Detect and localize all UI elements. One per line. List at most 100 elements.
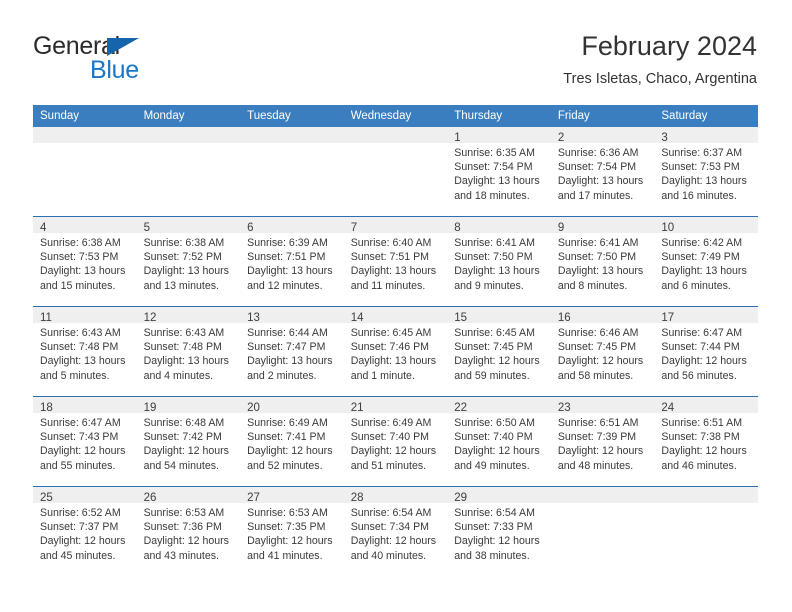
day-number: 11 (40, 312, 52, 324)
sunset-text: Sunset: 7:34 PM (350, 521, 430, 534)
sunset-text: Sunset: 7:48 PM (40, 341, 119, 354)
day-number: 17 (661, 312, 675, 324)
calendar-cell-inner (654, 487, 758, 576)
day-number-band: 13 (240, 307, 344, 324)
daylight-text-line1: Daylight: 12 hours (350, 445, 437, 458)
day-details: Sunrise: 6:42 AM Sunset: 7:49 PM Daylight:… (654, 233, 758, 293)
calendar-cell-inner: 17 Sunrise: 6:47 AM Sunset: 7:44 PM Dayligh… (654, 307, 758, 396)
sunset-text: Sunset: 7:49 PM (661, 251, 740, 264)
calendar-day-cell[interactable]: 1 Sunrise: 6:35 AM Sunset: 7:54 PM Daylight… (447, 127, 551, 217)
day-number-band: 27 (240, 487, 344, 504)
calendar-day-cell[interactable]: 8 Sunrise: 6:41 AM Sunset: 7:50 PM Daylight… (447, 216, 551, 307)
calendar-cell-inner (343, 127, 448, 216)
day-number-band: 11 (33, 307, 137, 324)
day-details: Sunrise: 6:53 AM Sunset: 7:35 PM Daylight:… (240, 503, 344, 563)
daylight-text-line1: Daylight: 12 hours (454, 445, 540, 458)
daylight-text-line2: and 4 minutes. (143, 369, 214, 382)
sunset-text: Sunset: 7:33 PM (454, 521, 533, 534)
calendar-day-cell[interactable]: 23 Sunrise: 6:51 AM Sunset: 7:39 PM Dayligh… (550, 396, 655, 487)
day-number: 26 (143, 492, 157, 504)
calendar-day-cell[interactable]: 11 Sunrise: 6:43 AM Sunset: 7:48 PM Dayligh… (33, 306, 137, 397)
day-details: Sunrise: 6:39 AM Sunset: 7:51 PM Daylight:… (240, 233, 344, 293)
sunset-text: Sunset: 7:51 PM (350, 251, 430, 264)
calendar-day-cell[interactable]: 15 Sunrise: 6:45 AM Sunset: 7:45 PM Dayligh… (447, 306, 551, 397)
sunrise-text: Sunrise: 6:53 AM (247, 507, 328, 519)
daylight-text-line1: Daylight: 13 hours (661, 175, 747, 188)
day-number-band: 26 (136, 487, 241, 504)
calendar-day-cell[interactable]: 10 Sunrise: 6:42 AM Sunset: 7:49 PM Dayligh… (654, 216, 758, 307)
daylight-text-line1: Daylight: 12 hours (454, 355, 540, 368)
calendar-day-cell[interactable]: 28 Sunrise: 6:54 AM Sunset: 7:34 PM Dayligh… (343, 486, 448, 576)
calendar-day-cell[interactable]: 21 Sunrise: 6:49 AM Sunset: 7:40 PM Dayligh… (343, 396, 448, 487)
calendar-day-cell[interactable]: 7 Sunrise: 6:40 AM Sunset: 7:51 PM Daylight… (343, 216, 448, 307)
day-details: Sunrise: 6:53 AM Sunset: 7:36 PM Daylight:… (137, 503, 241, 563)
calendar-day-cell[interactable]: 5 Sunrise: 6:38 AM Sunset: 7:52 PM Daylight… (136, 216, 241, 307)
calendar-day-cell[interactable]: 14 Sunrise: 6:45 AM Sunset: 7:46 PM Dayligh… (343, 306, 448, 397)
calendar-day-cell[interactable]: 2 Sunrise: 6:36 AM Sunset: 7:54 PM Daylight… (550, 127, 655, 217)
sunrise-text: Sunrise: 6:47 AM (40, 417, 121, 429)
calendar-cell-inner: 12 Sunrise: 6:43 AM Sunset: 7:48 PM Dayligh… (136, 307, 241, 396)
calendar-cell-empty (136, 127, 241, 217)
day-details: Sunrise: 6:45 AM Sunset: 7:46 PM Daylight:… (344, 323, 448, 383)
sunrise-text: Sunrise: 6:45 AM (454, 327, 535, 339)
day-number: 24 (661, 402, 675, 414)
sunrise-text: Sunrise: 6:50 AM (454, 417, 535, 429)
calendar-cell-empty (654, 486, 758, 576)
day-details (240, 143, 344, 146)
sunset-text: Sunset: 7:53 PM (661, 161, 740, 174)
sunset-text: Sunset: 7:44 PM (661, 341, 740, 354)
daylight-text-line2: and 49 minutes. (454, 459, 530, 472)
day-details (137, 143, 241, 146)
day-details: Sunrise: 6:47 AM Sunset: 7:44 PM Daylight:… (654, 323, 758, 383)
calendar-cell-inner: 24 Sunrise: 6:51 AM Sunset: 7:38 PM Dayligh… (654, 397, 758, 486)
calendar-day-cell[interactable]: 6 Sunrise: 6:39 AM Sunset: 7:51 PM Daylight… (240, 216, 344, 307)
calendar-body: 1 Sunrise: 6:35 AM Sunset: 7:54 PM Daylight… (33, 127, 758, 576)
daylight-text-line1: Daylight: 12 hours (40, 445, 126, 458)
day-details: Sunrise: 6:51 AM Sunset: 7:38 PM Daylight:… (654, 413, 758, 473)
day-details: Sunrise: 6:36 AM Sunset: 7:54 PM Daylight:… (551, 143, 655, 203)
day-number-band: 14 (343, 307, 448, 324)
calendar-day-cell[interactable]: 20 Sunrise: 6:49 AM Sunset: 7:41 PM Dayligh… (240, 396, 344, 487)
sunrise-text: Sunrise: 6:49 AM (350, 417, 432, 429)
sunset-text: Sunset: 7:38 PM (661, 431, 740, 444)
calendar-grid: Sunday Monday Tuesday Wednesday Thursday… (33, 105, 758, 576)
calendar-cell-inner: 13 Sunrise: 6:44 AM Sunset: 7:47 PM Dayligh… (240, 307, 344, 396)
day-number-band: 4 (33, 217, 137, 234)
calendar-day-cell[interactable]: 16 Sunrise: 6:46 AM Sunset: 7:45 PM Dayligh… (550, 306, 655, 397)
calendar-day-cell[interactable]: 24 Sunrise: 6:51 AM Sunset: 7:38 PM Dayligh… (654, 396, 758, 487)
calendar-day-cell[interactable]: 13 Sunrise: 6:44 AM Sunset: 7:47 PM Dayligh… (240, 306, 344, 397)
calendar-day-cell[interactable]: 27 Sunrise: 6:53 AM Sunset: 7:35 PM Dayligh… (240, 486, 344, 576)
calendar-day-cell[interactable]: 9 Sunrise: 6:41 AM Sunset: 7:50 PM Daylight… (550, 216, 655, 307)
day-number-band: 23 (550, 397, 655, 414)
calendar-day-cell[interactable]: 22 Sunrise: 6:50 AM Sunset: 7:40 PM Dayligh… (447, 396, 551, 487)
calendar-day-cell[interactable]: 12 Sunrise: 6:43 AM Sunset: 7:48 PM Dayligh… (136, 306, 241, 397)
calendar-day-cell[interactable]: 19 Sunrise: 6:48 AM Sunset: 7:42 PM Dayligh… (136, 396, 241, 487)
day-number-band: 17 (654, 307, 758, 324)
calendar-cell-inner: 4 Sunrise: 6:38 AM Sunset: 7:53 PM Daylight… (33, 217, 137, 306)
sunrise-text: Sunrise: 6:41 AM (557, 237, 639, 249)
calendar-day-cell[interactable]: 17 Sunrise: 6:47 AM Sunset: 7:44 PM Dayligh… (654, 306, 758, 397)
sunrise-text: Sunrise: 6:39 AM (247, 237, 328, 249)
sunset-text: Sunset: 7:39 PM (557, 431, 637, 444)
daylight-text-line2: and 40 minutes. (350, 549, 427, 562)
calendar-day-cell[interactable]: 25 Sunrise: 6:52 AM Sunset: 7:37 PM Dayligh… (33, 486, 137, 576)
day-number: 5 (143, 222, 150, 234)
calendar-cell-inner: 22 Sunrise: 6:50 AM Sunset: 7:40 PM Dayligh… (447, 397, 551, 486)
general-blue-logo[interactable]: General Blue (33, 30, 243, 88)
calendar-day-cell[interactable]: 18 Sunrise: 6:47 AM Sunset: 7:43 PM Dayligh… (33, 396, 137, 487)
daylight-text-line2: and 2 minutes. (247, 369, 317, 382)
sunset-text: Sunset: 7:41 PM (247, 431, 326, 444)
calendar-day-cell[interactable]: 4 Sunrise: 6:38 AM Sunset: 7:53 PM Daylight… (33, 216, 137, 307)
daylight-text-line2: and 46 minutes. (661, 459, 737, 472)
calendar-cell-inner: 8 Sunrise: 6:41 AM Sunset: 7:50 PM Daylight… (447, 217, 551, 306)
calendar-day-cell[interactable]: 3 Sunrise: 6:37 AM Sunset: 7:53 PM Daylight… (654, 127, 758, 217)
daylight-text-line1: Daylight: 13 hours (40, 265, 126, 278)
day-number: 8 (454, 222, 461, 234)
sunrise-text: Sunrise: 6:37 AM (661, 147, 743, 159)
calendar-day-cell[interactable]: 26 Sunrise: 6:53 AM Sunset: 7:36 PM Dayligh… (136, 486, 241, 576)
daylight-text-line2: and 41 minutes. (247, 549, 323, 562)
calendar-day-cell[interactable]: 29 Sunrise: 6:54 AM Sunset: 7:33 PM Dayligh… (447, 486, 551, 576)
calendar-cell-inner: 11 Sunrise: 6:43 AM Sunset: 7:48 PM Dayligh… (33, 307, 137, 396)
daylight-text-line2: and 15 minutes. (40, 279, 116, 292)
sunrise-text: Sunrise: 6:43 AM (143, 327, 225, 339)
